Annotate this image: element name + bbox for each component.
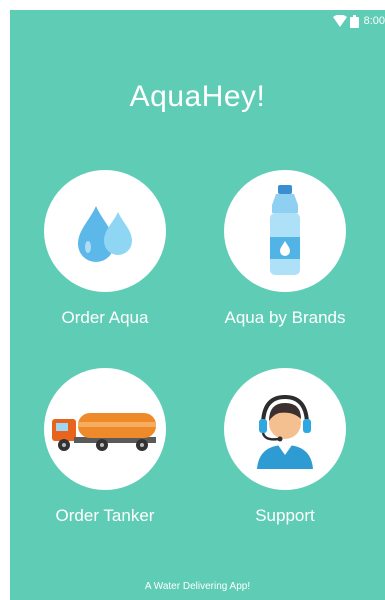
order-tanker-circle[interactable]: [44, 368, 166, 490]
water-drops-icon: [78, 206, 132, 262]
order-aqua-label: Order Aqua: [61, 308, 149, 327]
support-circle[interactable]: [224, 368, 346, 490]
support-label: Support: [255, 506, 315, 525]
battery-icon: [349, 14, 359, 28]
aqua-by-brands-circle[interactable]: [224, 170, 346, 292]
app-tagline: A Water Delivering App!: [144, 581, 251, 592]
support-agent-headset-icon: [257, 394, 313, 469]
wifi-icon: [332, 15, 347, 27]
status-time: 8:00: [363, 15, 385, 27]
water-tanker-truck-icon: [52, 413, 156, 451]
support-button[interactable]: Support: [190, 368, 380, 526]
order-aqua-circle[interactable]: [44, 170, 166, 292]
water-bottle-icon: [270, 185, 300, 275]
app-title: AquaHey!: [129, 80, 266, 113]
aqua-by-brands-label: Aqua by Brands: [224, 308, 346, 327]
status-bar: 8:00: [332, 10, 385, 32]
order-tanker-label: Order Tanker: [55, 506, 155, 525]
order-aqua-button[interactable]: Order Aqua: [10, 170, 200, 328]
order-tanker-button[interactable]: Order Tanker: [10, 368, 200, 526]
aqua-by-brands-button[interactable]: Aqua by Brands: [190, 170, 380, 328]
app-screen: 8:00 AquaHey! Order Aqua Aqua by Brands: [10, 10, 385, 600]
